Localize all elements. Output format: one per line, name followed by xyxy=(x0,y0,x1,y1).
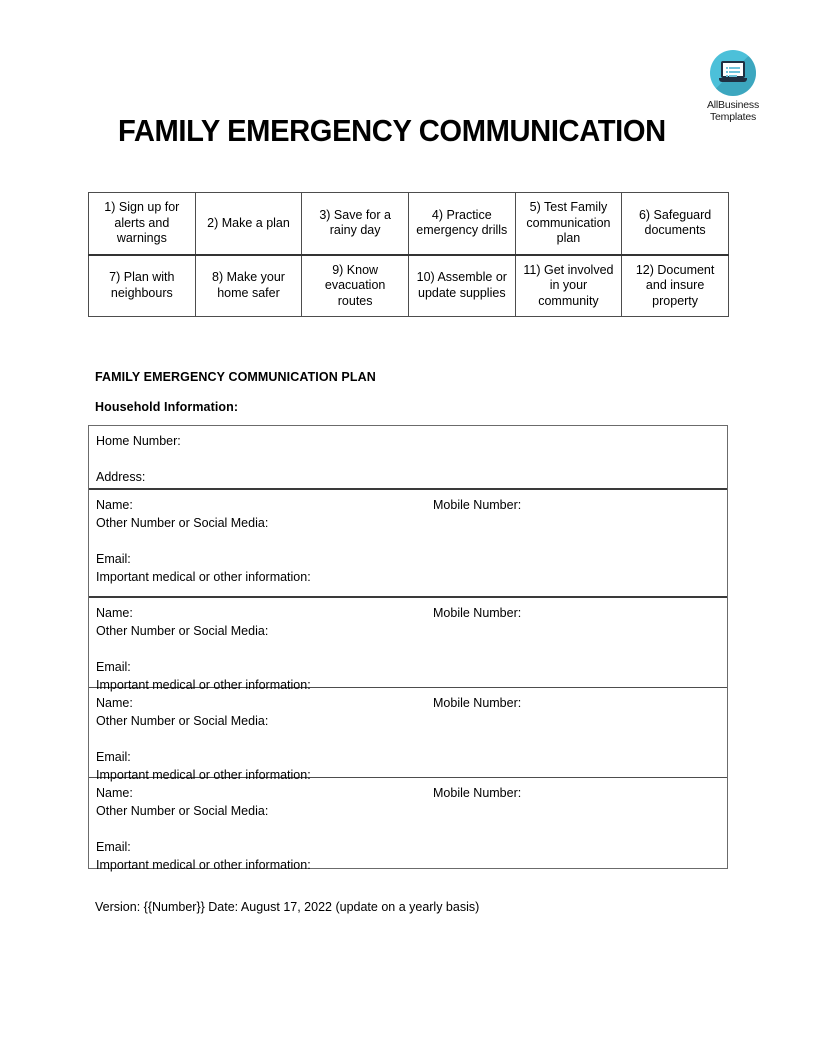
step-cell-5: 5) Test Family communication plan xyxy=(514,192,623,256)
name-mobile-line: Name: Mobile Number: xyxy=(96,784,720,802)
email-label: Email: xyxy=(96,552,131,566)
mobile-label: Mobile Number: xyxy=(433,696,522,710)
version-footer: Version: {{Number}} Date: August 17, 202… xyxy=(95,900,480,914)
medical-info-label: Important medical or other information: xyxy=(96,570,311,584)
logo-wordmark-line2: Templates xyxy=(709,111,757,123)
medical-info-label: Important medical or other information: xyxy=(96,858,311,872)
allbusiness-templates-logo: AllBusiness Templates xyxy=(694,50,772,123)
name-mobile-line: Name: Mobile Number: xyxy=(96,694,720,712)
step-cell-8: 8) Make your home safer xyxy=(194,254,303,317)
person-block-4: Name: Mobile Number: Other Number or Soc… xyxy=(89,778,727,872)
household-block: Home Number: Address: xyxy=(89,426,727,490)
other-number-label: Other Number or Social Media: xyxy=(96,516,269,530)
household-information-form: Home Number: Address: Name: Mobile Numbe… xyxy=(88,425,728,872)
laptop-base xyxy=(719,78,747,82)
other-number-label: Other Number or Social Media: xyxy=(96,714,269,728)
name-mobile-line: Name: Mobile Number: xyxy=(96,496,720,514)
email-label: Email: xyxy=(96,660,131,674)
step-cell-3: 3) Save for a rainy day xyxy=(301,192,409,256)
name-label: Name: xyxy=(96,498,133,512)
laptop-screen-dot xyxy=(726,67,728,69)
home-number-label: Home Number: xyxy=(96,434,181,448)
laptop-screen xyxy=(721,61,745,78)
laptop-icon xyxy=(719,61,747,85)
step-cell-6: 6) Safeguard documents xyxy=(621,192,729,256)
email-label: Email: xyxy=(96,840,131,854)
step-cell-1: 1) Sign up for alerts and warnings xyxy=(88,192,196,256)
name-label: Name: xyxy=(96,696,133,710)
logo-wordmark: AllBusiness Templates xyxy=(694,99,772,123)
step-cell-2: 2) Make a plan xyxy=(194,192,303,256)
name-mobile-line: Name: Mobile Number: xyxy=(96,604,720,622)
step-cell-10: 10) Assemble or update supplies xyxy=(407,254,516,317)
laptop-screen-dot xyxy=(726,71,728,73)
other-number-label: Other Number or Social Media: xyxy=(96,624,269,638)
mobile-label: Mobile Number: xyxy=(433,606,522,620)
step-cell-9: 9) Know evacuation routes xyxy=(301,254,409,317)
name-label: Name: xyxy=(96,786,133,800)
person-block-3: Name: Mobile Number: Other Number or Soc… xyxy=(89,688,727,782)
plan-section-heading: FAMILY EMERGENCY COMMUNICATION PLAN xyxy=(95,370,376,384)
person-block-2: Name: Mobile Number: Other Number or Soc… xyxy=(89,598,727,692)
laptop-screen-line xyxy=(729,67,740,69)
page-title: FAMILY EMERGENCY COMMUNICATION xyxy=(118,113,666,148)
logo-wordmark-line1: AllBusiness xyxy=(706,99,760,111)
laptop-screen-line xyxy=(729,71,740,73)
logo-circle xyxy=(710,50,756,96)
table-row: 7) Plan with neighbours 8) Make your hom… xyxy=(88,254,729,317)
household-information-heading: Household Information: xyxy=(95,400,239,414)
email-label: Email: xyxy=(96,750,131,764)
person-block-1: Name: Mobile Number: Other Number or Soc… xyxy=(89,490,727,598)
step-cell-7: 7) Plan with neighbours xyxy=(88,254,196,317)
laptop-screen-line xyxy=(729,75,737,77)
preparedness-steps-table: 1) Sign up for alerts and warnings 2) Ma… xyxy=(88,192,729,317)
step-cell-4: 4) Practice emergency drills xyxy=(407,192,516,256)
document-page: AllBusiness Templates FAMILY EMERGENCY C… xyxy=(0,0,816,1056)
table-row: 1) Sign up for alerts and warnings 2) Ma… xyxy=(88,192,729,256)
mobile-label: Mobile Number: xyxy=(433,498,522,512)
step-cell-12: 12) Document and insure property xyxy=(621,254,729,317)
laptop-screen-dot xyxy=(726,75,728,77)
name-label: Name: xyxy=(96,606,133,620)
other-number-label: Other Number or Social Media: xyxy=(96,804,269,818)
step-cell-11: 11) Get involved in your community xyxy=(514,254,623,317)
mobile-label: Mobile Number: xyxy=(433,786,522,800)
address-label: Address: xyxy=(96,470,146,484)
